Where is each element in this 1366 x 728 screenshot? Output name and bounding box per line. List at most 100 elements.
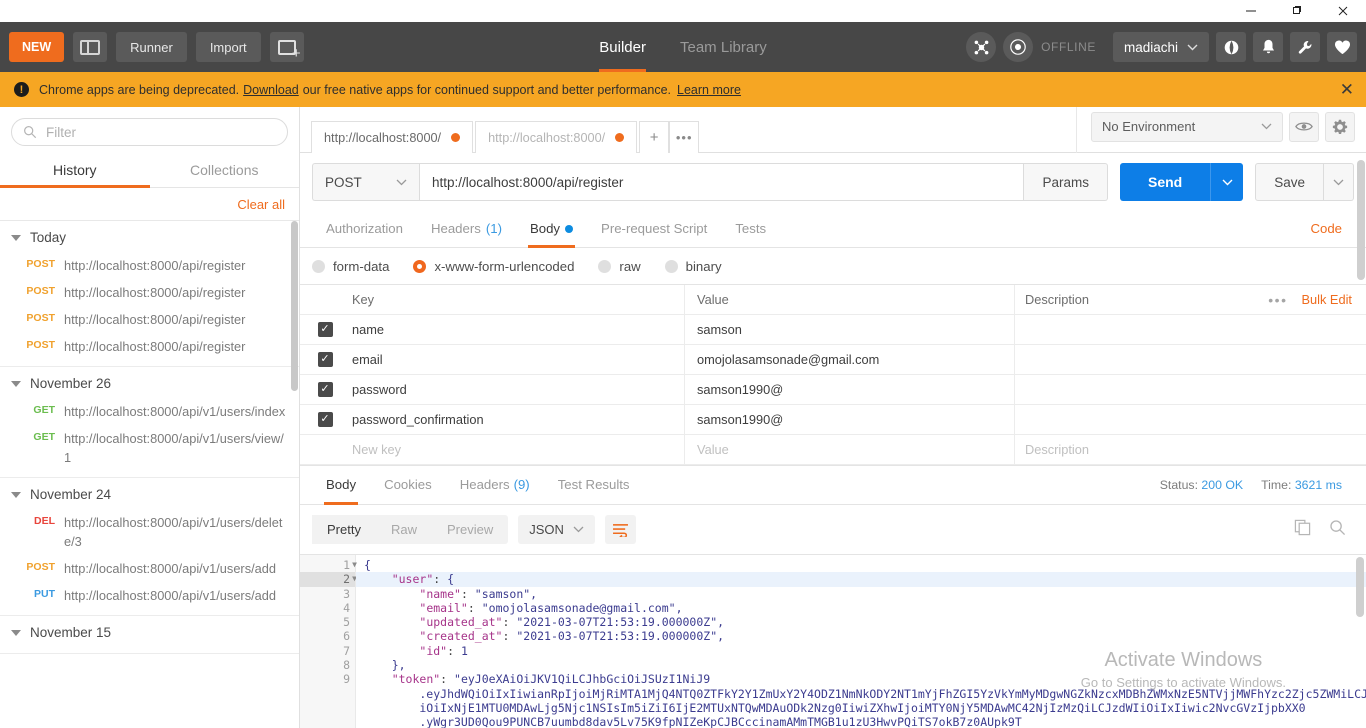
sidebar-tab-collections[interactable]: Collections [150, 155, 300, 187]
body-type-option[interactable]: form-data [312, 259, 389, 274]
user-menu-button[interactable]: madiachi [1112, 32, 1209, 62]
row-checkbox-cell[interactable]: ✓ [300, 322, 350, 337]
interceptor-icon[interactable] [966, 32, 997, 62]
row-value-input[interactable]: samson1990@ [685, 404, 1015, 435]
send-options-button[interactable] [1210, 163, 1244, 201]
history-item[interactable]: POST http://localhost:8000/api/register [0, 333, 299, 360]
radio-icon[interactable] [413, 260, 427, 273]
editor-code[interactable]: { "user": { "name": "samson", "email": "… [356, 555, 1366, 728]
http-method-selector[interactable]: POST [312, 163, 419, 201]
tab-tests[interactable]: Tests [721, 211, 780, 247]
add-request-tab-button[interactable]: + [639, 121, 670, 153]
radio-icon[interactable] [598, 260, 612, 273]
banner-learn-more-link[interactable]: Learn more [677, 83, 741, 97]
row-key-input[interactable]: password [350, 374, 685, 405]
sidebar-toggle-button[interactable] [73, 32, 108, 62]
environment-quick-look-button[interactable] [1289, 111, 1319, 142]
sidebar-tab-history[interactable]: History [0, 155, 150, 188]
banner-close-button[interactable]: ✕ [1340, 72, 1354, 107]
new-value-input[interactable]: Value [685, 434, 1015, 465]
main-panel-scrollbar[interactable] [1357, 160, 1365, 280]
history-group-header[interactable]: November 26 [0, 367, 299, 398]
history-group-header[interactable]: November 15 [0, 616, 299, 647]
history-item[interactable]: GET http://localhost:8000/api/v1/users/in… [0, 398, 299, 425]
row-description-input[interactable] [1015, 315, 1366, 345]
window-maximize-button[interactable] [1274, 0, 1320, 22]
row-description-input[interactable] [1015, 405, 1366, 435]
row-key-input[interactable]: email [350, 344, 685, 375]
response-tab-headers[interactable]: Headers (9) [446, 466, 544, 504]
tab-pre-request-script[interactable]: Pre-request Script [587, 211, 721, 247]
row-checkbox-cell[interactable]: ✓ [300, 412, 350, 427]
response-format-selector[interactable]: JSON [518, 515, 595, 544]
body-type-option[interactable]: raw [598, 259, 641, 274]
request-tab-1[interactable]: http://localhost:8000/ [311, 121, 474, 153]
radio-icon[interactable] [664, 260, 678, 273]
row-key-input[interactable]: password_confirmation [350, 404, 685, 435]
new-description-input[interactable]: Description [1015, 435, 1366, 465]
request-tab-2[interactable]: http://localhost:8000/ [475, 121, 638, 153]
sync-status-icon[interactable] [1003, 32, 1034, 62]
tab-authorization[interactable]: Authorization [312, 211, 417, 247]
search-response-button[interactable] [1329, 519, 1346, 541]
clear-all-button[interactable]: Clear all [237, 197, 285, 212]
bulk-edit-button[interactable]: Bulk Edit [1301, 292, 1352, 307]
response-tab-cookies[interactable]: Cookies [370, 466, 446, 504]
row-description-input[interactable] [1015, 375, 1366, 405]
manage-environments-button[interactable] [1325, 111, 1355, 142]
row-checkbox-cell[interactable]: ✓ [300, 352, 350, 367]
checkbox-icon[interactable]: ✓ [317, 352, 333, 367]
send-button[interactable]: Send [1119, 163, 1211, 201]
params-button[interactable]: Params [1024, 163, 1108, 201]
history-item[interactable]: POST http://localhost:8000/api/register [0, 306, 299, 333]
history-list[interactable]: Today POST http://localhost:8000/api/regis… [0, 221, 299, 728]
tab-headers[interactable]: Headers (1) [417, 211, 516, 247]
response-body-editor[interactable]: 1 ▼ 2 ▼ 3 4 5 6 7 8 9 { "user": { "name": "samson"… [300, 554, 1366, 728]
copy-response-button[interactable] [1294, 519, 1311, 541]
history-item[interactable]: PUT http://localhost:8000/api/v1/users/ad… [0, 582, 299, 609]
save-button[interactable]: Save [1255, 163, 1324, 201]
history-group-header[interactable]: November 24 [0, 478, 299, 509]
row-description-input[interactable] [1015, 345, 1366, 375]
checkbox-icon[interactable]: ✓ [317, 322, 333, 337]
checkbox-icon[interactable]: ✓ [317, 412, 333, 427]
response-tab-body[interactable]: Body [312, 466, 370, 505]
search-input[interactable]: Filter [11, 118, 288, 146]
history-group-header[interactable]: Today [0, 221, 299, 252]
row-checkbox-cell[interactable]: ✓ [300, 382, 350, 397]
request-tabs-more-button[interactable]: ••• [669, 121, 700, 153]
wrap-lines-button[interactable] [604, 515, 636, 544]
editor-scrollbar[interactable] [1356, 557, 1364, 617]
notifications-bell-icon[interactable] [1253, 32, 1283, 62]
window-minimize-button[interactable] [1228, 0, 1274, 22]
history-item[interactable]: POST http://localhost:8000/api/register [0, 252, 299, 279]
settings-wrench-icon[interactable] [1290, 32, 1320, 62]
view-mode-pretty[interactable]: Pretty [312, 515, 376, 544]
radio-icon[interactable] [312, 260, 325, 273]
history-item[interactable]: DEL http://localhost:8000/api/v1/users/de… [0, 509, 299, 555]
new-key-input[interactable]: New key [350, 434, 685, 465]
history-item[interactable]: POST http://localhost:8000/api/v1/users/a… [0, 555, 299, 582]
checkbox-icon[interactable]: ✓ [317, 382, 333, 397]
row-value-input[interactable]: samson [685, 314, 1015, 345]
environment-selector[interactable]: No Environment [1091, 111, 1283, 142]
code-link[interactable]: Code [1310, 211, 1354, 247]
view-mode-preview[interactable]: Preview [432, 515, 508, 544]
row-key-input[interactable]: name [350, 314, 685, 345]
body-type-option[interactable]: x-www-form-urlencoded [413, 259, 574, 274]
response-tab-test-results[interactable]: Test Results [544, 466, 644, 504]
new-window-button[interactable] [269, 32, 304, 62]
import-button[interactable]: Import [195, 32, 261, 62]
sidebar-scrollbar[interactable] [291, 221, 298, 391]
history-item[interactable]: GET http://localhost:8000/api/v1/users/vi… [0, 425, 299, 471]
history-item[interactable]: POST http://localhost:8000/api/register [0, 279, 299, 306]
banner-download-link[interactable]: Download [243, 83, 299, 97]
save-options-button[interactable] [1324, 163, 1354, 201]
row-value-input[interactable]: omojolasamsonade@gmail.com [685, 344, 1015, 375]
table-options-button[interactable]: ••• [1268, 292, 1287, 308]
window-close-button[interactable] [1320, 0, 1366, 22]
view-mode-raw[interactable]: Raw [376, 515, 432, 544]
new-button[interactable]: NEW [9, 32, 65, 62]
url-input[interactable]: http://localhost:8000/api/register [419, 163, 1025, 201]
runner-button[interactable]: Runner [116, 32, 187, 62]
